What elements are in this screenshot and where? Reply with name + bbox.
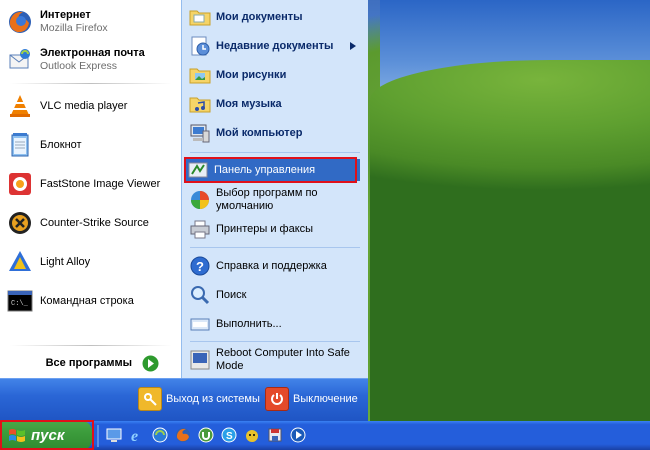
start-menu-right-pane: Мои документы Недавние документы Мои рис… <box>181 0 368 378</box>
default-programs-label: Выбор программ по умолчанию <box>216 187 318 212</box>
recent-documents-icon <box>188 34 212 58</box>
separator <box>190 341 360 342</box>
shutdown-button[interactable]: Выключение <box>265 387 358 411</box>
help-item[interactable]: ? Справка и поддержка <box>188 253 360 279</box>
my-pictures-label: Мои рисунки <box>216 68 287 81</box>
my-documents-label: Мои документы <box>216 10 303 23</box>
recent-title: Командная строка <box>40 294 134 307</box>
my-pictures-item[interactable]: Мои рисунки <box>188 62 360 88</box>
folder-pictures-icon <box>188 63 212 87</box>
my-documents-item[interactable]: Мои документы <box>188 4 360 30</box>
submenu-arrow-icon <box>350 42 356 50</box>
firefox-quicklaunch-icon[interactable] <box>173 425 193 445</box>
my-computer-icon <box>188 121 212 145</box>
svg-text:?: ? <box>196 259 204 274</box>
outlook-icon[interactable] <box>150 425 170 445</box>
recent-vlc[interactable]: VLC media player <box>6 90 178 122</box>
recent-title: Counter-Strike Source <box>40 216 149 229</box>
utorrent-icon[interactable] <box>196 425 216 445</box>
notepad-icon <box>6 131 34 159</box>
my-music-label: Моя музыка <box>216 97 282 110</box>
light-alloy-icon <box>6 248 34 276</box>
reboot-safe-mode-item[interactable]: Reboot Computer Into Safe Mode <box>188 346 360 374</box>
svg-text:S: S <box>226 431 233 442</box>
folder-music-icon <box>188 92 212 116</box>
start-menu-footer: Выход из системы Выключение <box>0 378 368 421</box>
help-icon: ? <box>188 254 212 278</box>
search-icon <box>188 283 212 307</box>
recent-command-prompt[interactable]: C:\_ Командная строка <box>6 285 178 317</box>
reboot-label: Reboot Computer Into Safe Mode <box>216 347 350 372</box>
ie-icon[interactable]: e <box>127 425 147 445</box>
all-programs-label: Все программы <box>45 357 132 369</box>
run-item[interactable]: Выполнить... <box>188 311 360 337</box>
vlc-icon <box>6 92 34 120</box>
separator <box>10 83 172 84</box>
recent-faststone[interactable]: FastStone Image Viewer <box>6 168 178 200</box>
recent-title: VLC media player <box>40 99 128 112</box>
search-item[interactable]: Поиск <box>188 282 360 308</box>
shutdown-label: Выключение <box>293 393 358 405</box>
separator <box>10 345 172 346</box>
start-menu: Интернет Mozilla Firefox Электронная поч… <box>0 0 368 421</box>
faststone-icon <box>6 170 34 198</box>
logoff-button[interactable]: Выход из системы <box>138 387 260 411</box>
save-icon[interactable] <box>265 425 285 445</box>
pinned-subtitle: Outlook Express <box>40 60 118 72</box>
my-computer-label: Мой компьютер <box>216 126 303 139</box>
default-programs-item[interactable]: Выбор программ по умолчанию <box>188 186 360 214</box>
reboot-icon <box>188 348 212 372</box>
recent-counter-strike[interactable]: Counter-Strike Source <box>6 207 178 239</box>
show-desktop-icon[interactable] <box>104 425 124 445</box>
pinned-internet[interactable]: Интернет Mozilla Firefox <box>6 6 178 38</box>
pinned-title: Интернет <box>40 9 91 21</box>
svg-text:e: e <box>131 428 138 444</box>
logoff-label: Выход из системы <box>166 393 260 405</box>
counter-strike-icon <box>6 209 34 237</box>
help-label: Справка и поддержка <box>216 259 327 272</box>
pinned-title: Электронная почта <box>40 47 145 59</box>
power-icon <box>265 387 289 411</box>
printers-item[interactable]: Принтеры и факсы <box>188 217 360 241</box>
quick-launch-bar: e S <box>104 425 308 447</box>
default-programs-icon <box>188 188 212 212</box>
skype-icon[interactable]: S <box>219 425 239 445</box>
recent-light-alloy[interactable]: Light Alloy <box>6 246 178 278</box>
my-music-item[interactable]: Моя музыка <box>188 91 360 117</box>
printers-label: Принтеры и факсы <box>216 222 314 235</box>
media-player-icon[interactable] <box>288 425 308 445</box>
my-computer-item[interactable]: Мой компьютер <box>188 120 360 146</box>
start-button-annotation-box <box>0 420 94 450</box>
command-prompt-icon: C:\_ <box>6 287 34 315</box>
recent-notepad[interactable]: Блокнот <box>6 129 178 161</box>
svg-text:C:\_: C:\_ <box>11 300 29 308</box>
pinned-email[interactable]: Электронная почта Outlook Express <box>6 44 178 76</box>
all-programs-button[interactable]: Все программы <box>0 348 181 378</box>
search-label: Поиск <box>216 288 247 301</box>
printer-icon <box>188 217 212 241</box>
recent-title: Light Alloy <box>40 255 91 268</box>
recent-documents-item[interactable]: Недавние документы <box>188 33 360 59</box>
folder-documents-icon <box>188 5 212 29</box>
pinned-subtitle: Mozilla Firefox <box>40 22 108 34</box>
control-panel-annotation-box <box>184 157 357 183</box>
app-icon[interactable] <box>242 425 262 445</box>
recent-title: Блокнот <box>40 138 82 151</box>
quick-launch-separator <box>97 425 99 447</box>
firefox-icon <box>6 8 34 36</box>
separator <box>190 247 360 248</box>
recent-title: FastStone Image Viewer <box>40 177 161 190</box>
outlook-express-icon <box>6 46 34 74</box>
start-menu-left-pane: Интернет Mozilla Firefox Электронная поч… <box>0 0 181 378</box>
separator <box>190 152 360 153</box>
run-label: Выполнить... <box>216 317 282 330</box>
taskbar: пуск e S <box>0 421 650 450</box>
recent-documents-label: Недавние документы <box>216 39 334 52</box>
logoff-icon <box>138 387 162 411</box>
run-icon <box>188 312 212 336</box>
arrow-right-icon <box>142 355 159 371</box>
